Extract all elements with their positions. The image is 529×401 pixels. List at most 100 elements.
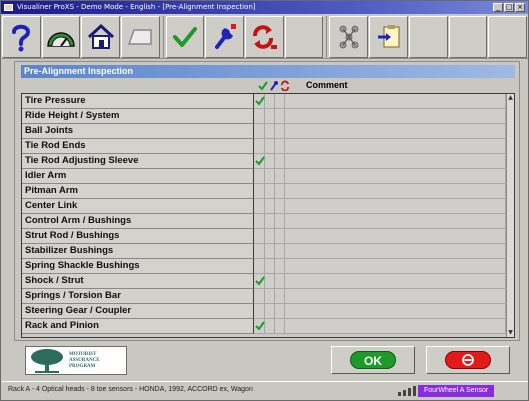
table-row[interactable]: Tire Pressure [22,94,514,109]
ok-check-cell[interactable] [254,124,265,139]
table-row[interactable]: Idler Arm [22,169,514,184]
replace-check-cell[interactable] [275,259,285,274]
adjust-check-cell[interactable] [265,154,275,169]
ok-check-cell[interactable] [254,244,265,259]
replace-check-cell[interactable] [275,184,285,199]
table-row[interactable]: Stabilizer Bushings [22,244,514,259]
adjust-check-cell[interactable] [265,139,275,154]
comment-cell[interactable] [285,199,506,214]
comment-cell[interactable] [285,244,506,259]
comment-cell[interactable] [285,154,506,169]
table-row[interactable]: Strut Rod / Bushings [22,229,514,244]
table-row[interactable]: Springs / Torsion Bar [22,289,514,304]
replace-check-cell[interactable] [275,214,285,229]
replace-check-cell[interactable] [275,274,285,289]
comment-cell[interactable] [285,304,506,319]
adjust-check-cell[interactable] [265,124,275,139]
adjust-check-cell[interactable] [265,289,275,304]
ok-check-cell[interactable] [254,109,265,124]
table-row[interactable]: Ball Joints [22,124,514,139]
adjust-button[interactable] [205,16,245,58]
ok-check-cell[interactable] [254,319,265,334]
accept-button[interactable] [165,16,205,58]
replace-check-cell[interactable] [275,319,285,334]
ok-check-cell[interactable] [254,289,265,304]
empty-button[interactable] [284,16,324,58]
replace-check-cell[interactable] [275,289,285,304]
tray-button[interactable] [121,16,160,58]
table-row[interactable]: Rack and Pinion [22,319,514,334]
comment-cell[interactable] [285,124,506,139]
table-row[interactable]: Center Link [22,199,514,214]
table-row[interactable]: Steering Gear / Coupler [22,304,514,319]
comment-cell[interactable] [285,259,506,274]
adjust-check-cell[interactable] [265,229,275,244]
comment-cell[interactable] [285,319,506,334]
scroll-up-arrow-icon[interactable]: ▲ [507,94,514,102]
table-row[interactable]: Shock / Strut [22,274,514,289]
ok-button[interactable]: OK [331,346,415,374]
ok-check-cell[interactable] [254,184,265,199]
maximize-button[interactable]: □ [504,3,514,12]
comment-cell[interactable] [285,289,506,304]
comment-cell[interactable] [285,109,506,124]
comment-cell[interactable] [285,94,506,109]
adjust-check-cell[interactable] [265,319,275,334]
ok-check-cell[interactable] [254,304,265,319]
replace-check-cell[interactable] [275,139,285,154]
comment-cell[interactable] [285,214,506,229]
comment-cell[interactable] [285,169,506,184]
rotate-button[interactable] [245,16,284,58]
adjust-check-cell[interactable] [265,274,275,289]
table-row[interactable]: Tie Rod Ends [22,139,514,154]
comment-cell[interactable] [285,274,506,289]
scrollbar[interactable]: ▲ ▼ [506,94,514,337]
table-row[interactable]: Tie Rod Adjusting Sleeve [22,154,514,169]
ok-check-cell[interactable] [254,169,265,184]
toolbar-slot[interactable] [408,16,448,58]
help-button[interactable] [2,16,41,58]
adjust-check-cell[interactable] [265,214,275,229]
comment-cell[interactable] [285,184,506,199]
ok-check-cell[interactable] [254,229,265,244]
adjust-check-cell[interactable] [265,259,275,274]
replace-check-cell[interactable] [275,154,285,169]
replace-check-cell[interactable] [275,229,285,244]
adjust-check-cell[interactable] [265,304,275,319]
toolbar-slot[interactable] [488,16,527,58]
replace-check-cell[interactable] [275,94,285,109]
adjust-check-cell[interactable] [265,94,275,109]
home-button[interactable] [81,16,121,58]
ok-check-cell[interactable] [254,154,265,169]
ok-check-cell[interactable] [254,139,265,154]
comment-cell[interactable] [285,229,506,244]
replace-check-cell[interactable] [275,199,285,214]
replace-check-cell[interactable] [275,109,285,124]
table-row[interactable]: Pitman Arm [22,184,514,199]
replace-check-cell[interactable] [275,124,285,139]
close-button[interactable]: × [515,3,525,12]
replace-check-cell[interactable] [275,244,285,259]
table-row[interactable]: Ride Height / System [22,109,514,124]
comment-cell[interactable] [285,139,506,154]
ok-check-cell[interactable] [254,274,265,289]
molecule-button[interactable] [329,16,369,58]
toolbar-slot[interactable] [448,16,488,58]
ok-check-cell[interactable] [254,214,265,229]
export-button[interactable] [369,16,408,58]
table-row[interactable]: Spring Shackle Bushings [22,259,514,274]
adjust-check-cell[interactable] [265,199,275,214]
minimize-button[interactable]: _ [493,3,503,12]
ok-check-cell[interactable] [254,199,265,214]
replace-check-cell[interactable] [275,169,285,184]
adjust-check-cell[interactable] [265,244,275,259]
ok-check-cell[interactable] [254,259,265,274]
table-row[interactable]: Control Arm / Bushings [22,214,514,229]
gauge-button[interactable] [41,16,81,58]
scroll-down-arrow-icon[interactable]: ▼ [507,329,514,337]
adjust-check-cell[interactable] [265,169,275,184]
replace-check-cell[interactable] [275,304,285,319]
adjust-check-cell[interactable] [265,184,275,199]
ok-check-cell[interactable] [254,94,265,109]
cancel-button[interactable] [426,346,510,374]
